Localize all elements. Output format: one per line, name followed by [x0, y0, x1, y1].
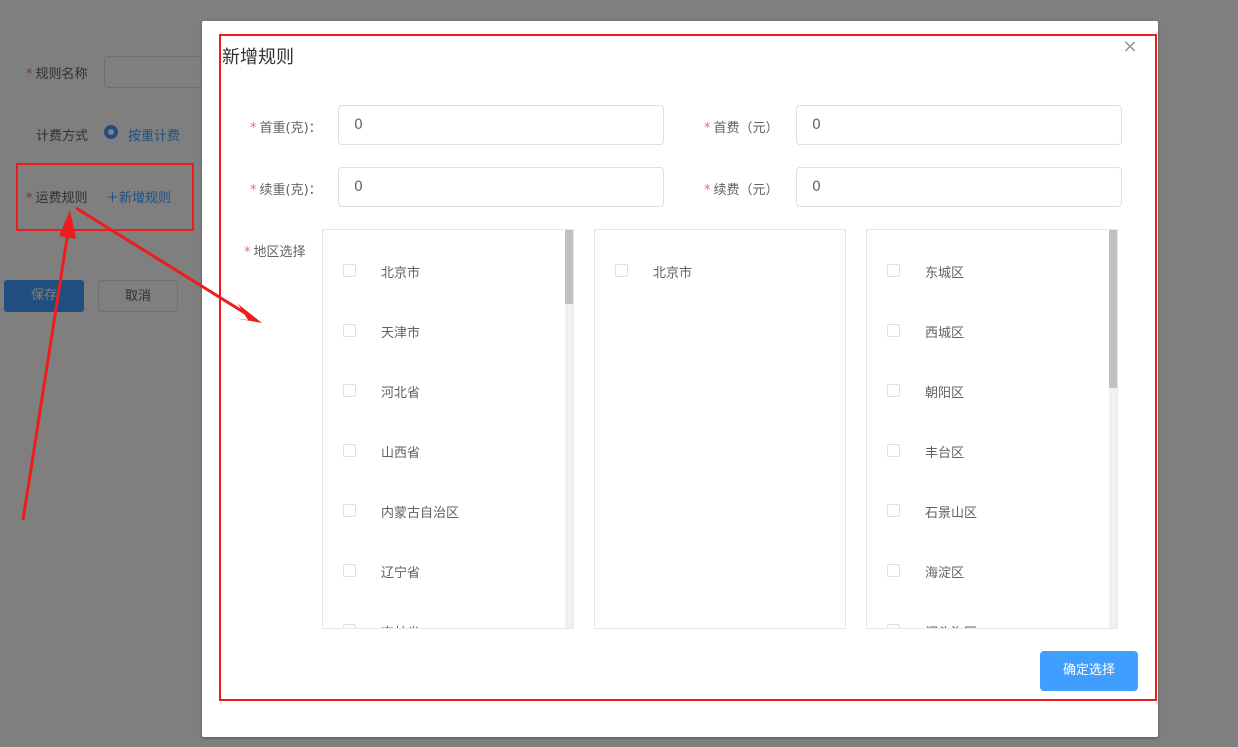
annotation-arrow-right	[75, 206, 262, 323]
annotation-arrows	[21, 206, 262, 521]
annotation-arrow-up	[21, 210, 76, 521]
